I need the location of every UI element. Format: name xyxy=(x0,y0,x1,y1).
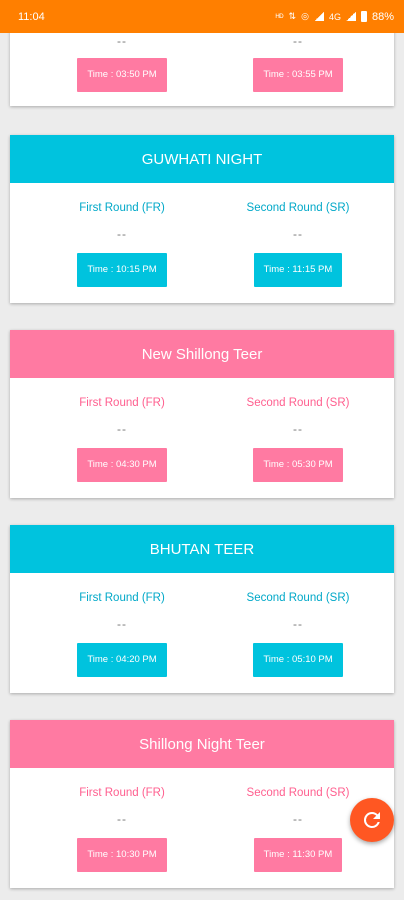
second-round-time-button[interactable]: Time : 11:15 PM xyxy=(253,253,343,287)
round-row: First Round (FR) -- Time : 04:20 PM Seco… xyxy=(10,573,394,693)
volte-icon: ᴴᴰ xyxy=(275,11,284,22)
status-bar: 11:04 ᴴᴰ ⇅ ◎ 4G 88% xyxy=(0,0,404,33)
second-round-label: Second Round (SR) xyxy=(246,397,350,409)
second-round-result: -- xyxy=(293,34,303,48)
first-round-label: First Round (FR) xyxy=(79,397,165,409)
card-title: BHUTAN TEER xyxy=(10,525,394,573)
round-row: First Round (FR) -- Time : 10:15 PM Seco… xyxy=(10,183,394,303)
status-time: 11:04 xyxy=(18,10,45,23)
signal-icon xyxy=(313,12,324,21)
card-title: New Shillong Teer xyxy=(10,330,394,378)
status-icons: ᴴᴰ ⇅ ◎ 4G 88% xyxy=(276,11,394,23)
result-card-shillong-night-teer[interactable]: Shillong Night Teer First Round (FR) -- … xyxy=(10,720,394,888)
second-round-result: -- xyxy=(293,617,303,631)
second-round-label: Second Round (SR) xyxy=(246,787,350,799)
second-round-time-button[interactable]: Time : 11:30 PM xyxy=(253,838,343,872)
data-icon: ⇅ xyxy=(288,11,297,21)
first-round-column: First Round (FR) -- Time : 04:20 PM xyxy=(42,573,202,677)
second-round-label: Second Round (SR) xyxy=(246,592,350,604)
second-round-label: Second Round (SR) xyxy=(246,202,350,214)
first-round-time-button[interactable]: Time : 10:15 PM xyxy=(77,253,167,287)
second-round-time-button[interactable]: Time : 03:55 PM xyxy=(253,58,343,92)
result-card-guwahati-night[interactable]: GUWHATI NIGHT First Round (FR) -- Time :… xyxy=(10,135,394,303)
second-round-result: -- xyxy=(293,227,303,241)
round-row: First Round (FR) -- Time : 04:30 PM Seco… xyxy=(10,378,394,498)
battery-icon xyxy=(360,11,367,22)
first-round-column: First Round (FR) -- Time : 10:15 PM xyxy=(42,183,202,287)
first-round-time-button[interactable]: Time : 04:30 PM xyxy=(77,448,167,482)
hotspot-icon: ◎ xyxy=(301,11,309,21)
first-round-result: -- xyxy=(117,227,127,241)
first-round-label: First Round (FR) xyxy=(79,787,165,799)
battery-percentage: 88% xyxy=(371,10,394,23)
second-round-result: -- xyxy=(293,422,303,436)
second-round-column: Second Round (SR) -- Time : 05:10 PM xyxy=(218,573,378,677)
first-round-result: -- xyxy=(117,422,127,436)
refresh-button[interactable] xyxy=(350,798,394,842)
signal-icon xyxy=(345,12,356,21)
first-round-time-button[interactable]: Time : 10:30 PM xyxy=(77,838,167,872)
round-row: -- Time : 03:50 PM -- Time : 03:55 PM xyxy=(10,22,394,142)
first-round-column: First Round (FR) -- Time : 04:30 PM xyxy=(42,378,202,482)
network-4g-icon: 4G xyxy=(328,11,341,22)
first-round-label: First Round (FR) xyxy=(79,592,165,604)
card-title: GUWHATI NIGHT xyxy=(10,135,394,183)
first-round-time-button[interactable]: Time : 04:20 PM xyxy=(77,643,167,677)
second-round-column: Second Round (SR) -- Time : 05:30 PM xyxy=(218,378,378,482)
card-title: Shillong Night Teer xyxy=(10,720,394,768)
first-round-time-button[interactable]: Time : 03:50 PM xyxy=(77,58,167,92)
round-row: First Round (FR) -- Time : 10:30 PM Seco… xyxy=(10,768,394,888)
result-card-partial: -- Time : 03:50 PM -- Time : 03:55 PM xyxy=(10,22,394,106)
first-round-result: -- xyxy=(117,812,127,826)
second-round-time-button[interactable]: Time : 05:30 PM xyxy=(253,448,343,482)
first-round-column: First Round (FR) -- Time : 10:30 PM xyxy=(42,768,202,872)
first-round-result: -- xyxy=(117,617,127,631)
refresh-icon xyxy=(363,812,380,828)
result-card-new-shillong-teer[interactable]: New Shillong Teer First Round (FR) -- Ti… xyxy=(10,330,394,498)
first-round-result: -- xyxy=(117,34,127,48)
second-round-column: Second Round (SR) -- Time : 11:15 PM xyxy=(218,183,378,287)
result-card-bhutan-teer[interactable]: BHUTAN TEER First Round (FR) -- Time : 0… xyxy=(10,525,394,693)
second-round-time-button[interactable]: Time : 05:10 PM xyxy=(253,643,343,677)
first-round-label: First Round (FR) xyxy=(79,202,165,214)
